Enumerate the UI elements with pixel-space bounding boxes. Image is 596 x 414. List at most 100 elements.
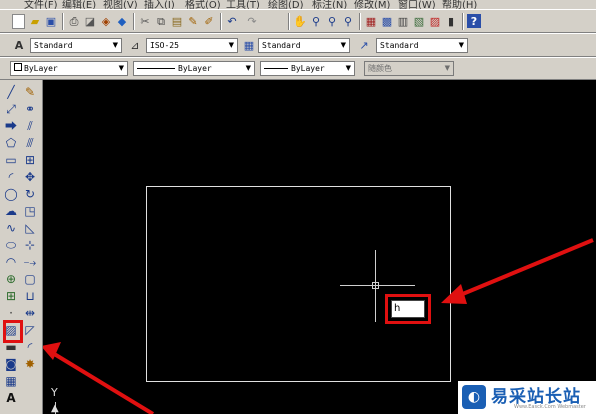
region-icon[interactable]: ◙: [3, 356, 19, 372]
spline-icon[interactable]: ∿: [3, 220, 19, 236]
chevron-down-icon: ▼: [118, 64, 124, 72]
watermark-logo: ◐: [462, 385, 486, 409]
block-editor-icon[interactable]: ✐: [202, 14, 216, 28]
ellipse-arc-icon[interactable]: ◠: [3, 254, 19, 270]
markup-icon[interactable]: ▨: [428, 14, 442, 28]
table-icon[interactable]: ▦: [3, 373, 19, 389]
break-icon[interactable]: ⊔: [22, 288, 38, 304]
erase-icon[interactable]: ✎: [22, 84, 38, 100]
paste-icon[interactable]: ▤: [170, 14, 184, 28]
copy-object-icon[interactable]: ⚭: [22, 101, 38, 117]
chevron-down-icon: ▼: [458, 41, 464, 49]
menu-insert[interactable]: 插入(I): [144, 0, 175, 9]
break-at-point-icon[interactable]: ▢: [22, 271, 38, 287]
move-icon[interactable]: ✥: [22, 169, 38, 185]
zoom-realtime-icon[interactable]: ⚲: [309, 14, 323, 28]
menu-tools[interactable]: 工具(T): [226, 0, 260, 9]
design-center-icon[interactable]: ▩: [380, 14, 394, 28]
chevron-down-icon: ▼: [444, 64, 450, 72]
explode-icon[interactable]: ✸: [22, 356, 38, 372]
text-style-select[interactable]: Standard ▼: [30, 38, 122, 53]
publish-icon[interactable]: ◈: [99, 14, 113, 28]
dim-style-select[interactable]: ISO-25 ▼: [146, 38, 238, 53]
pan-icon[interactable]: ✋: [293, 14, 307, 28]
extend-icon[interactable]: ⤍: [22, 254, 38, 270]
menu-bar: 文件(F) 编辑(E) 视图(V) 插入(I) 格式(O) 工具(T) 绘图(D…: [0, 0, 596, 9]
preview-icon[interactable]: ◪: [83, 14, 97, 28]
table-style-icon[interactable]: ▦: [242, 38, 256, 52]
new-icon[interactable]: [12, 14, 25, 29]
undo-icon[interactable]: ↶: [225, 14, 239, 28]
mirror-icon[interactable]: ⫽: [22, 118, 38, 134]
drawing-canvas[interactable]: h Y ▲: [43, 80, 596, 414]
menu-help[interactable]: 帮助(H): [442, 0, 477, 9]
line-icon[interactable]: ╱: [3, 84, 19, 100]
help-icon[interactable]: ?: [467, 14, 481, 28]
calculator-icon[interactable]: ▮: [444, 14, 458, 28]
join-icon[interactable]: ⇹: [22, 305, 38, 321]
linetype-select[interactable]: ByLayer ▼: [133, 61, 255, 76]
arc-icon[interactable]: ◜: [3, 169, 19, 185]
construction-line-icon[interactable]: ⤢: [3, 101, 19, 117]
menu-draw[interactable]: 绘图(D): [268, 0, 304, 9]
ucs-arrow-icon: ▲: [51, 403, 59, 414]
menu-view[interactable]: 视图(V): [103, 0, 138, 9]
polyline-icon[interactable]: ⮕: [3, 118, 19, 134]
point-icon[interactable]: ·: [3, 305, 19, 321]
dim-style-value: ISO-25: [150, 41, 179, 50]
polygon-icon[interactable]: ⬠: [3, 135, 19, 151]
color-swatch: [14, 63, 22, 71]
fillet-icon[interactable]: ◜: [22, 339, 38, 355]
array-icon[interactable]: ⊞: [22, 152, 38, 168]
multileader-style-icon[interactable]: ↗: [357, 38, 371, 52]
menu-file[interactable]: 文件(F): [24, 0, 58, 9]
3d-dwf-icon[interactable]: ◆: [115, 14, 129, 28]
table-style-select[interactable]: Standard ▼: [258, 38, 350, 53]
dim-style-icon[interactable]: ⊿: [128, 38, 142, 52]
lineweight-select[interactable]: ByLayer ▼: [260, 61, 355, 76]
ellipse-icon[interactable]: ⬭: [3, 237, 19, 253]
copy-icon[interactable]: ⧉: [154, 14, 168, 28]
chevron-down-icon: ▼: [112, 41, 118, 49]
sheet-set-icon[interactable]: ▧: [412, 14, 426, 28]
cut-icon[interactable]: ✂: [138, 14, 152, 28]
open-icon[interactable]: ▰: [28, 14, 42, 28]
draw-modify-toolbars: ╱ ⤢ ⮕ ⬠ ▭ ◜ ◯ ☁ ∿ ⬭ ◠ ⊕ ⊞ · ▨ ▬ ◙ ▦ A ✎ …: [0, 80, 43, 414]
match-properties-icon[interactable]: ✎: [186, 14, 200, 28]
stretch-icon[interactable]: ◺: [22, 220, 38, 236]
menu-dimension[interactable]: 标注(N): [312, 0, 347, 9]
watermark-subtitle: Www.Easck.Com Webmaster: [514, 404, 586, 410]
annotation-arrows: [43, 238, 594, 414]
properties-toolbar: ByLayer ▼ ByLayer ▼ ByLayer ▼ 随颜色 ▼: [0, 57, 596, 80]
print-icon[interactable]: ⎙: [67, 14, 81, 28]
offset-icon[interactable]: ⫻: [22, 135, 38, 151]
properties-icon[interactable]: ▦: [364, 14, 378, 28]
text-style-icon[interactable]: A: [12, 38, 26, 52]
multileader-style-select[interactable]: Standard ▼: [376, 38, 468, 53]
linetype-value: ByLayer: [178, 64, 212, 73]
standard-toolbar: ▰ ▣ ⎙ ◪ ◈ ◆ ✂ ⧉ ▤ ✎ ✐ ↶ ↷ ✋ ⚲ ⚲ ⚲ ▦ ▩ ▥ …: [0, 9, 596, 33]
trim-icon[interactable]: ⊹: [22, 237, 38, 253]
tool-palettes-icon[interactable]: ▥: [396, 14, 410, 28]
zoom-previous-icon[interactable]: ⚲: [341, 14, 355, 28]
save-icon[interactable]: ▣: [44, 14, 58, 28]
rotate-icon[interactable]: ↻: [22, 186, 38, 202]
revision-cloud-icon[interactable]: ☁: [3, 203, 19, 219]
menu-format[interactable]: 格式(O): [185, 0, 221, 9]
color-value: ByLayer: [24, 64, 58, 73]
menu-edit[interactable]: 编辑(E): [62, 0, 96, 9]
chamfer-icon[interactable]: ◸: [22, 322, 38, 338]
watermark: ◐ 易采站长站 Www.Easck.Com Webmaster: [458, 381, 596, 414]
rectangle-icon[interactable]: ▭: [3, 152, 19, 168]
insert-block-icon[interactable]: ⊕: [3, 271, 19, 287]
menu-modify[interactable]: 修改(M): [354, 0, 390, 9]
color-select[interactable]: ByLayer ▼: [10, 61, 128, 76]
menu-window[interactable]: 窗口(W): [398, 0, 436, 9]
zoom-window-icon[interactable]: ⚲: [325, 14, 339, 28]
make-block-icon[interactable]: ⊞: [3, 288, 19, 304]
redo-icon[interactable]: ↷: [245, 14, 259, 28]
scale-icon[interactable]: ◳: [22, 203, 38, 219]
circle-icon[interactable]: ◯: [3, 186, 19, 202]
plot-style-select: 随颜色 ▼: [364, 61, 454, 76]
multiline-text-icon[interactable]: A: [3, 390, 19, 406]
